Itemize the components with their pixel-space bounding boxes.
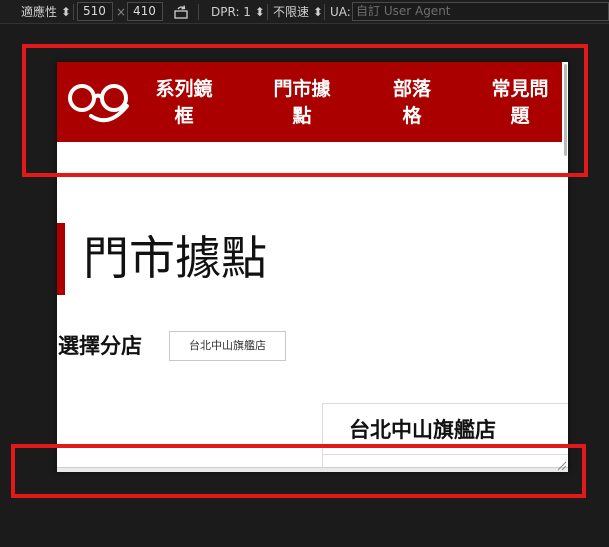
width-input[interactable]: 510 [77,2,113,21]
dpr-select[interactable]: DPR: 1 ⬍ [211,0,265,24]
highlight-box-navbar [22,44,588,177]
highlight-box-bottom [11,444,586,498]
branch-label: 選擇分店 [58,334,142,358]
rotate-icon[interactable] [173,4,189,20]
device-mode-label: 適應性 [21,5,58,19]
divider [198,4,199,20]
title-accent-bar [57,223,65,295]
user-agent-input[interactable]: 自訂 User Agent [352,2,609,21]
throttle-label: 不限速 [273,5,310,19]
store-card-title: 台北中山旗艦店 [349,418,496,442]
height-input[interactable]: 410 [127,2,163,21]
chevron-updown-icon: ⬍ [60,5,71,19]
dpr-label: DPR: 1 [211,5,251,19]
divider [324,4,325,20]
chevron-updown-icon: ⬍ [254,5,265,19]
device-mode-select[interactable]: 適應性 ⬍ [21,0,71,24]
divider [73,4,74,20]
branch-select[interactable]: 台北中山旗艦店 [169,331,286,361]
throttle-select[interactable]: 不限速 ⬍ [273,0,323,24]
ua-label: UA: [330,5,351,19]
times-label: × [116,5,127,19]
device-toolbar: 適應性 ⬍ 510 × 410 DPR: 1 ⬍ 不限速 ⬍ UA: 自訂 Us… [0,0,609,24]
chevron-updown-icon: ⬍ [312,5,323,19]
divider [267,4,268,20]
page-title: 門市據點 [83,231,267,285]
